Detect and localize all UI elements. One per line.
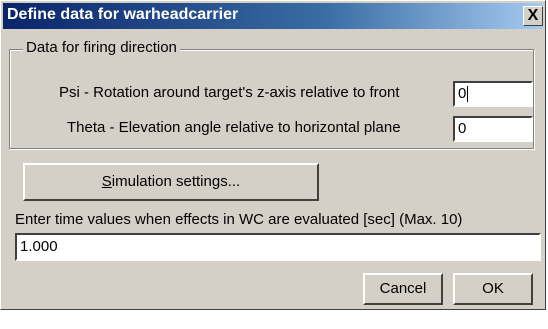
psi-label: Psi - Rotation around target's z-axis re… <box>59 84 400 101</box>
title-bar[interactable]: Define data for warheadcarrier X <box>3 3 543 29</box>
text-cursor <box>467 86 469 103</box>
theta-label: Theta - Elevation angle relative to hori… <box>67 119 401 136</box>
psi-value: 0 <box>458 85 467 102</box>
time-values-label: Enter time values when effects in WC are… <box>15 211 463 228</box>
psi-input[interactable]: 0 <box>453 81 533 107</box>
cancel-button[interactable]: Cancel <box>363 273 443 305</box>
simulation-settings-mnemonic: S <box>101 173 112 190</box>
close-button[interactable]: X <box>523 6 543 26</box>
theta-input[interactable]: 0 <box>453 116 533 142</box>
simulation-settings-button[interactable]: Simulation settings... <box>23 163 319 201</box>
simulation-settings-label: imulation settings... <box>111 173 241 190</box>
firing-direction-group-label: Data for firing direction <box>23 39 180 56</box>
ok-button[interactable]: OK <box>453 273 533 305</box>
time-values-input[interactable]: 1.000 <box>15 233 541 261</box>
dialog-window: Define data for warheadcarrier X Data fo… <box>0 0 546 310</box>
window-title: Define data for warheadcarrier <box>7 6 239 23</box>
